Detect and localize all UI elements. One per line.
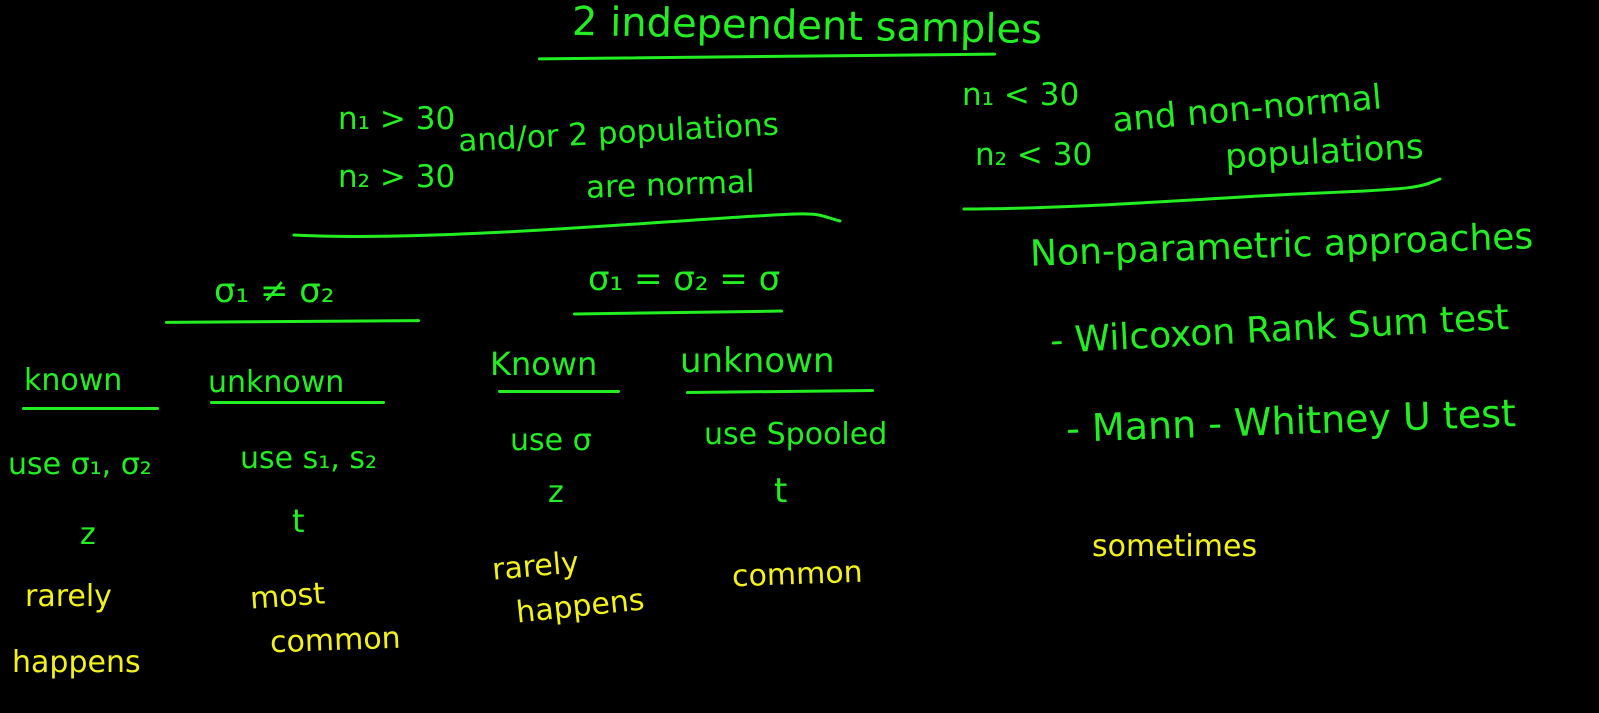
col4-statistic: t [774,471,788,511]
sigma-equal-header: σ₁ = σ₂ = σ [588,259,781,299]
col1-frequency-1: rarely [25,579,112,614]
diagram-title: 2 independent samples [571,0,1043,54]
col3-frequency-2: happens [514,582,647,631]
col2-unknown-underline [210,401,385,404]
right-condition-text-2: populations [1224,126,1425,178]
col4-unknown-underline [685,389,875,394]
col4-frequency: common [731,554,864,595]
col1-frequency-2: happens [12,645,141,680]
left-condition-n2: n₂ > 30 [338,159,456,195]
col2-unknown-label: unknown [208,365,345,400]
col1-statistic: z [80,517,96,552]
col4-unknown-label: unknown [680,341,835,381]
sigma-unequal-header: σ₁ ≠ σ₂ [214,271,335,311]
col1-known-underline [22,407,159,410]
col2-use: use s₁, s₂ [240,441,378,476]
col3-frequency-1: rarely [490,545,581,588]
col3-statistic: z [548,475,564,510]
col3-use: use σ [510,423,592,458]
col2-frequency-2: common [269,620,402,661]
right-condition-text: and non-normal [1110,77,1384,141]
sigma-equal-underline [572,309,784,316]
col3-known-label: Known [490,345,598,383]
title-underline [537,52,997,61]
nonparametric-frequency: sometimes [1092,529,1258,564]
nonparametric-heading: Non-parametric approaches [1029,216,1534,275]
col1-known-label: known [24,363,123,398]
col3-known-underline [498,390,620,393]
col1-use: use σ₁, σ₂ [8,447,152,482]
col2-statistic: t [292,502,305,540]
left-condition-text: and/or 2 populations [457,106,780,160]
left-condition-text-2: are normal [585,164,756,206]
col4-use: use Spooled [704,417,888,452]
left-condition-n1: n₁ > 30 [338,101,456,137]
mann-whitney-test: - Mann - Whitney U test [1065,391,1517,451]
left-condition-underline [292,212,842,238]
right-condition-n2: n₂ < 30 [975,137,1093,173]
col2-frequency-1: most [248,576,327,617]
right-condition-n1: n₁ < 30 [962,77,1080,113]
wilcoxon-test: - Wilcoxon Rank Sum test [1049,297,1510,362]
whiteboard: 2 independent samples n₁ > 30 n₂ > 30 an… [0,0,1599,713]
right-condition-underline [962,177,1442,211]
sigma-unequal-underline [164,319,421,324]
